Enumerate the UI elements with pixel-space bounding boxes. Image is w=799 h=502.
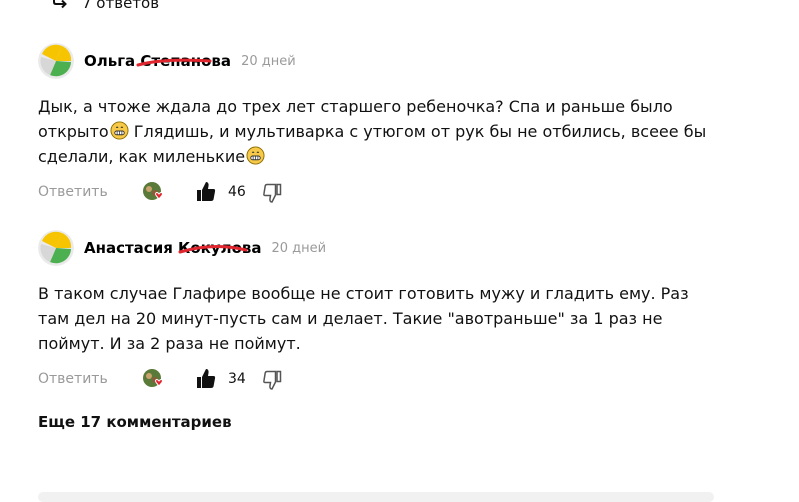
avatar[interactable] <box>38 230 74 266</box>
author-name[interactable]: Ольга Степанова <box>84 52 231 70</box>
like-count: 46 <box>228 184 246 200</box>
thumbs-up-icon[interactable] <box>196 181 216 203</box>
comment-header: Анастасия Кокулова 20 дней <box>38 229 738 267</box>
like-count: 34 <box>228 371 246 387</box>
reactions-icon[interactable] <box>142 180 168 204</box>
comment: Ольга Степанова 20 дней Дык, а чтоже жда… <box>38 42 738 208</box>
comment-text: В таком случае Глафире вообще не стоит г… <box>38 284 689 353</box>
comment-date: 20 дней <box>271 240 327 256</box>
grinning-face-emoji <box>110 121 129 140</box>
reply-button[interactable]: Ответить <box>38 371 108 387</box>
thumbs-down-icon[interactable] <box>262 369 282 391</box>
reply-arrow-icon <box>52 0 68 10</box>
replies-link[interactable]: 7 ответов <box>52 0 159 14</box>
comment-text: Дык, а чтоже ждала до трех лет старшего … <box>38 97 707 166</box>
comment-header: Ольга Степанова 20 дней <box>38 42 738 80</box>
replies-count-label: 7 ответов <box>82 0 160 12</box>
avatar[interactable] <box>38 43 74 79</box>
grinning-face-emoji <box>246 146 265 165</box>
reactions-icon[interactable] <box>142 367 168 391</box>
comment-input-area[interactable] <box>38 492 714 502</box>
author-name[interactable]: Анастасия Кокулова <box>84 239 262 257</box>
comment-actions: Ответить 34 <box>38 367 738 395</box>
reply-button[interactable]: Ответить <box>38 184 108 200</box>
comment: Анастасия Кокулова 20 дней В таком случа… <box>38 229 738 395</box>
more-comments-button[interactable]: Еще 17 комментариев <box>38 413 232 431</box>
thumbs-down-icon[interactable] <box>262 182 282 204</box>
thumbs-up-icon[interactable] <box>196 368 216 390</box>
comment-date: 20 дней <box>241 53 296 69</box>
comment-actions: Ответить 46 <box>38 180 738 208</box>
